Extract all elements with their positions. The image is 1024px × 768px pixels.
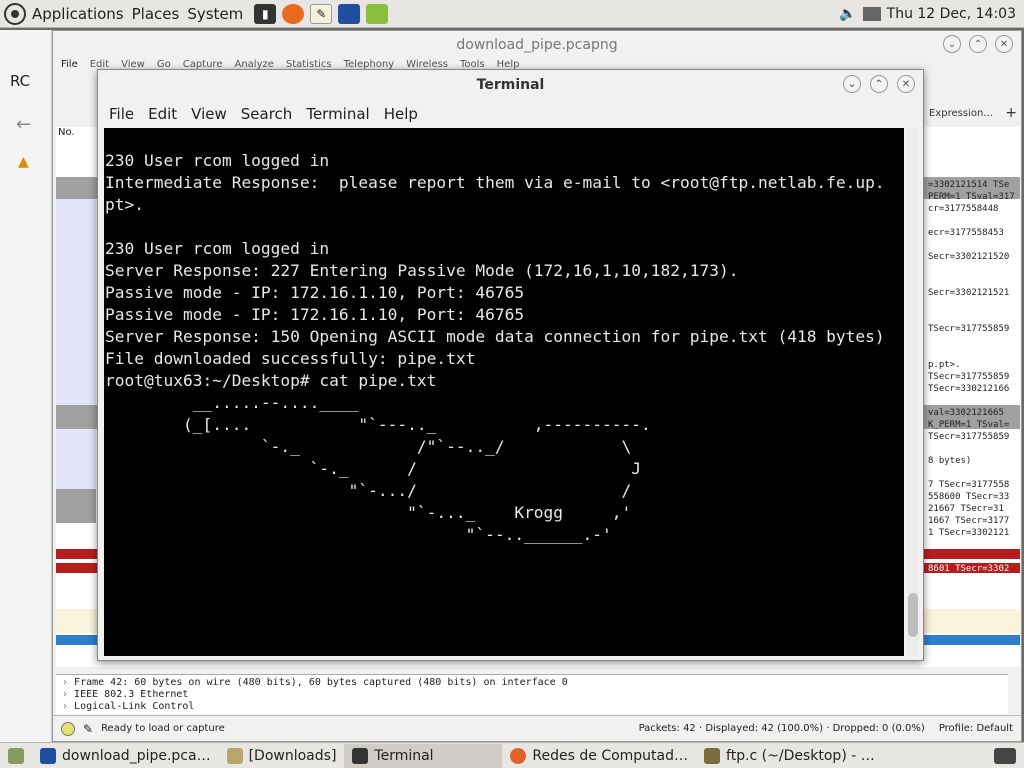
term-menu-help[interactable]: Help: [384, 105, 418, 123]
packet-info: TSecr=317755859: [928, 372, 1010, 382]
text-editor-launcher-icon[interactable]: ✎: [310, 3, 333, 24]
minimize-icon[interactable]: ⌄: [843, 75, 861, 93]
volume-icon[interactable]: 🔈: [839, 6, 856, 22]
packet-row[interactable]: [56, 489, 96, 523]
wireshark-statusbar: ✎ Ready to load or capture Packets: 42 ·…: [53, 715, 1021, 741]
packet-info: 7 TSecr=3177558: [928, 480, 1010, 490]
system-menu[interactable]: System: [187, 5, 251, 23]
warning-icon: ▲: [18, 154, 29, 170]
packet-info: K_PERM=1 TSval=: [928, 420, 1010, 430]
applications-menu[interactable]: Applications: [32, 5, 132, 23]
folder-icon: [226, 747, 243, 764]
scrollbar-thumb[interactable]: [908, 593, 918, 637]
terminal-icon: [352, 747, 369, 764]
packet-info: 1667 TSecr=3177: [928, 516, 1010, 526]
terminal-output[interactable]: 230 User rcom logged in Intermediate Res…: [104, 128, 904, 656]
terminal-window: Terminal ⌄ ⌃ ✕ File Edit View Search Ter…: [97, 69, 924, 661]
status-message: Ready to load or capture: [101, 723, 225, 734]
distro-logo-icon[interactable]: [4, 2, 26, 25]
maximize-icon[interactable]: ⌃: [870, 75, 888, 93]
terminal-scrollbar[interactable]: [907, 128, 919, 656]
packet-info: 1 TSecr=3302121: [928, 528, 1010, 538]
taskbar-item-editor[interactable]: ftp.c (~/Desktop) - …: [696, 744, 883, 768]
expression-button[interactable]: Expression…: [929, 108, 993, 119]
wireshark-launcher-icon[interactable]: [338, 3, 361, 24]
term-menu-file[interactable]: File: [109, 105, 134, 123]
places-menu[interactable]: Places: [132, 5, 188, 23]
browser-window-edge: RC ← ▲: [0, 30, 52, 742]
clock[interactable]: Thu 12 Dec, 14:03: [887, 6, 1016, 22]
detail-frame[interactable]: Frame 42: 60 bytes on wire (480 bits), 6…: [62, 677, 1002, 689]
packet-count: Packets: 42 · Displayed: 42 (100.0%) · D…: [638, 723, 925, 734]
taskbar-item-firefox[interactable]: Redes de Computad…: [502, 744, 696, 768]
minimize-icon[interactable]: ⌄: [943, 35, 961, 53]
terminal-menubar: File Edit View Search Terminal Help: [98, 100, 923, 128]
packet-info: 21667 TSecr=31: [928, 504, 1004, 514]
firefox-icon: [510, 747, 527, 764]
network-tool-launcher-icon[interactable]: [366, 3, 389, 24]
capture-status-icon[interactable]: [61, 721, 75, 736]
close-icon[interactable]: ✕: [995, 35, 1013, 53]
detail-ethernet[interactable]: IEEE 802.3 Ethernet: [62, 689, 1002, 701]
term-menu-search[interactable]: Search: [241, 105, 293, 123]
close-icon[interactable]: ✕: [897, 75, 915, 93]
packet-info: TSecr=317755859: [928, 324, 1010, 334]
text-editor-icon: [704, 747, 721, 764]
firefox-launcher-icon[interactable]: [282, 3, 305, 24]
term-menu-edit[interactable]: Edit: [148, 105, 177, 123]
add-filter-icon[interactable]: +: [1005, 105, 1017, 121]
wireshark-icon: [40, 747, 56, 764]
packet-info: 8601 TSecr=3302: [928, 564, 1010, 574]
terminal-titlebar[interactable]: Terminal ⌄ ⌃ ✕: [98, 70, 923, 100]
packet-info: cr=3177558448: [928, 204, 999, 214]
profile-label[interactable]: Profile: Default: [939, 723, 1013, 734]
back-arrow-icon[interactable]: ←: [16, 114, 31, 135]
packet-info: Secr=3302121521: [928, 288, 1010, 298]
packet-info: Secr=3302121520: [928, 252, 1010, 262]
terminal-launcher-icon[interactable]: ▮: [254, 3, 277, 24]
packet-info: 558600 TSecr=33: [928, 492, 1010, 502]
column-no[interactable]: No.: [58, 127, 75, 138]
packet-info: =3302121514 TSe: [928, 180, 1010, 190]
packet-info: 8 bytes): [928, 456, 972, 466]
packet-info: TSecr=317755859: [928, 432, 1010, 442]
taskbar-item-terminal[interactable]: Terminal: [344, 743, 503, 768]
packet-info: TSecr=330212166: [928, 384, 1010, 394]
filter-toolbar: Expression… +: [923, 101, 1021, 125]
maximize-icon[interactable]: ⌃: [969, 35, 987, 53]
network-status-icon[interactable]: [862, 6, 881, 21]
bottom-taskbar: download_pipe.pca… [Downloads] Terminal …: [0, 742, 1024, 768]
workspace-switcher-icon[interactable]: [986, 744, 1024, 768]
packet-row[interactable]: [56, 199, 96, 499]
packet-info: p.pt>.: [928, 360, 961, 370]
packet-info: val=3302121665: [928, 408, 1004, 418]
top-panel: Applications Places System ▮ ✎ 🔈 Thu 12 …: [0, 0, 1024, 28]
packet-info: ecr=3177558453: [928, 228, 1004, 238]
ws-menu-file[interactable]: File: [61, 59, 78, 75]
wireshark-title: download_pipe.pcapng: [456, 37, 618, 53]
github-tab-label[interactable]: RC: [10, 72, 30, 90]
detail-llc[interactable]: Logical-Link Control: [62, 701, 1002, 713]
show-desktop-icon[interactable]: [0, 744, 32, 768]
wireshark-titlebar: download_pipe.pcapng ⌄ ⌃ ✕: [53, 31, 1021, 59]
edit-comment-icon[interactable]: ✎: [83, 722, 93, 736]
taskbar-item-downloads[interactable]: [Downloads]: [219, 744, 345, 768]
packet-info: PERM=1 TSval=317: [928, 192, 1015, 202]
terminal-text: 230 User rcom logged in Intermediate Res…: [105, 150, 904, 656]
taskbar-item-wireshark[interactable]: download_pipe.pca…: [32, 744, 219, 768]
term-menu-terminal[interactable]: Terminal: [306, 105, 369, 123]
packet-details-pane[interactable]: Frame 42: 60 bytes on wire (480 bits), 6…: [56, 674, 1008, 714]
terminal-title: Terminal: [476, 77, 545, 93]
term-menu-view[interactable]: View: [191, 105, 227, 123]
